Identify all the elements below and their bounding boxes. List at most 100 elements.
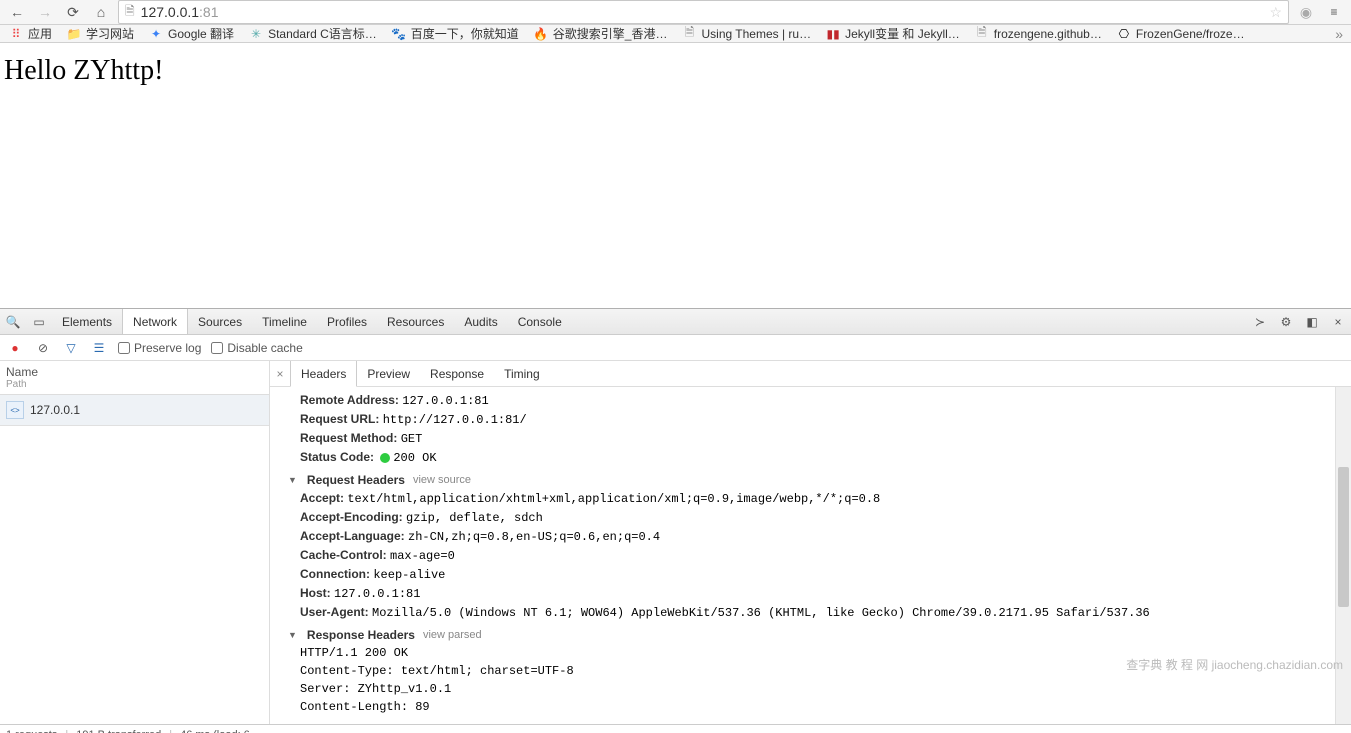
bookmark-star-icon[interactable]: ☆ — [1269, 4, 1282, 21]
general-request-url: Request URL: http://127.0.0.1:81/ — [288, 410, 1351, 429]
settings-gear-icon[interactable]: ⚙ — [1273, 309, 1299, 334]
favicon-icon: ✳ — [248, 26, 264, 42]
favicon-icon: 🐾 — [391, 26, 407, 42]
bookmark-label: Standard C语言标… — [268, 25, 377, 42]
header-row: Host: 127.0.0.1:81 — [288, 584, 1351, 603]
bookmark-item[interactable]: ✦Google 翻译 — [148, 25, 234, 42]
favicon-icon: 🗎 — [681, 26, 697, 42]
bookmark-item[interactable]: 🗎 frozengene.github… — [974, 26, 1102, 42]
record-button[interactable]: ● — [6, 339, 24, 357]
header-row: Connection: keep-alive — [288, 565, 1351, 584]
devtools-tabs: 🔍 ▭ ElementsNetworkSourcesTimelineProfil… — [0, 309, 1351, 335]
reload-button[interactable]: ⟳ — [62, 1, 84, 23]
tab-elements[interactable]: Elements — [52, 309, 122, 334]
bookmark-item[interactable]: ⠿应用 — [8, 25, 52, 42]
header-row: User-Agent: Mozilla/5.0 (Windows NT 6.1;… — [288, 603, 1351, 622]
status-bar: 1 requests | 191 B transferred | 46 ms (… — [0, 724, 1351, 733]
address-bar[interactable]: 🗎 127.0.0.1:81 ☆ — [118, 0, 1289, 24]
general-status-code: Status Code: 200 OK — [288, 448, 1351, 467]
bookmark-label: 百度一下，你就知道 — [411, 25, 519, 42]
bookmark-label: Google 翻译 — [168, 25, 234, 42]
browser-toolbar: ← → ⟳ ⌂ 🗎 127.0.0.1:81 ☆ ◉ ≡ — [0, 0, 1351, 25]
devtools-body: Name Path <> 127.0.0.1 × HeadersPreviewR… — [0, 361, 1351, 724]
bookmark-item[interactable]: ▮▮Jekyll变量 和 Jekyll… — [825, 25, 960, 42]
clear-button[interactable]: ⊘ — [34, 339, 52, 357]
bookmark-item[interactable]: 🐾百度一下，你就知道 — [391, 25, 519, 42]
document-icon: <> — [6, 401, 24, 419]
favicon-icon: ✦ — [148, 26, 164, 42]
general-remote-address: Remote Address: 127.0.0.1:81 — [288, 391, 1351, 410]
devtools-panel: 🔍 ▭ ElementsNetworkSourcesTimelineProfil… — [0, 308, 1351, 733]
detail-tab-headers[interactable]: Headers — [290, 361, 357, 387]
header-row: Accept-Language: zh-CN,zh;q=0.8,en-US;q=… — [288, 527, 1351, 546]
bookmark-label: 应用 — [28, 25, 52, 42]
header-line: Content-Length: 89 — [288, 698, 1351, 716]
home-button[interactable]: ⌂ — [90, 1, 112, 23]
header-row: Accept: text/html,application/xhtml+xml,… — [288, 489, 1351, 508]
bookmark-item[interactable]: ⎔FrozenGene/froze… — [1116, 26, 1245, 42]
header-line: HTTP/1.1 200 OK — [288, 644, 1351, 662]
drawer-icon[interactable]: ≻ — [1247, 309, 1273, 334]
header-line: Server: ZYhttp_v1.0.1 — [288, 680, 1351, 698]
close-detail-icon[interactable]: × — [270, 361, 290, 386]
bookmark-item[interactable]: 🔥谷歌搜索引擎_香港… — [533, 25, 668, 42]
filter-icon[interactable]: ▽ — [62, 339, 80, 357]
globe-icon[interactable]: ◉ — [1295, 1, 1317, 23]
detail-tabs: × HeadersPreviewResponseTiming — [270, 361, 1351, 387]
bookmark-label: FrozenGene/froze… — [1136, 27, 1245, 41]
status-timing: 46 ms (load: 6… — [180, 729, 261, 733]
favicon-icon: 🗎 — [974, 26, 990, 42]
request-list: Name Path <> 127.0.0.1 — [0, 361, 270, 724]
dock-icon[interactable]: ◧ — [1299, 309, 1325, 334]
back-button[interactable]: ← — [6, 1, 28, 23]
status-dot-icon — [380, 453, 390, 463]
vertical-scrollbar[interactable] — [1335, 387, 1351, 724]
response-headers-section: Response Headers view parsed HTTP/1.1 20… — [288, 626, 1351, 716]
bookmarks-bar: ⠿应用 📁学习网站 ✦Google 翻译 ✳Standard C语言标… 🐾百度一下，你… — [0, 25, 1351, 43]
url-text: 127.0.0.1:81 — [141, 4, 1264, 20]
device-icon[interactable]: ▭ — [26, 309, 52, 334]
request-headers-toggle[interactable]: Request Headers view source — [288, 471, 1351, 489]
tab-profiles[interactable]: Profiles — [317, 309, 377, 334]
favicon-icon: ▮▮ — [825, 26, 841, 42]
network-toolbar: ● ⊘ ▽ ☰ Preserve log Disable cache — [0, 335, 1351, 361]
favicon-icon: 📁 — [66, 26, 82, 42]
detail-tab-response[interactable]: Response — [420, 361, 494, 386]
tab-audits[interactable]: Audits — [454, 309, 507, 334]
tab-sources[interactable]: Sources — [188, 309, 252, 334]
detail-tab-preview[interactable]: Preview — [357, 361, 420, 386]
request-headers-section: Request Headers view source Accept: text… — [288, 471, 1351, 622]
close-devtools-icon[interactable]: × — [1325, 309, 1351, 334]
hamburger-menu-icon[interactable]: ≡ — [1323, 1, 1345, 23]
favicon-icon: 🔥 — [533, 26, 549, 42]
bookmark-item[interactable]: 🗎 Using Themes | ru… — [681, 26, 811, 42]
disable-cache-checkbox[interactable]: Disable cache — [211, 341, 302, 355]
forward-button[interactable]: → — [34, 1, 56, 23]
bookmark-item[interactable]: 📁学习网站 — [66, 25, 134, 42]
preserve-log-checkbox[interactable]: Preserve log — [118, 341, 201, 355]
request-detail: × HeadersPreviewResponseTiming Remote Ad… — [270, 361, 1351, 724]
bookmark-label: 谷歌搜索引擎_香港… — [553, 25, 668, 42]
status-transferred: 191 B transferred — [76, 729, 161, 733]
page-body: Hello ZYhttp! — [0, 43, 1351, 308]
column-header[interactable]: Name Path — [0, 361, 269, 395]
bookmark-label: Using Themes | ru… — [701, 27, 811, 41]
tab-console[interactable]: Console — [508, 309, 572, 334]
header-line: Content-Type: text/html; charset=UTF-8 — [288, 662, 1351, 680]
page-icon: 🗎 — [125, 2, 135, 23]
header-row: Accept-Encoding: gzip, deflate, sdch — [288, 508, 1351, 527]
tab-network[interactable]: Network — [122, 309, 188, 334]
bookmark-label: frozengene.github… — [994, 27, 1102, 41]
bookmark-label: Jekyll变量 和 Jekyll… — [845, 25, 960, 42]
view-icon[interactable]: ☰ — [90, 339, 108, 357]
tab-timeline[interactable]: Timeline — [252, 309, 317, 334]
bookmarks-overflow-icon[interactable]: » — [1335, 26, 1343, 42]
detail-tab-timing[interactable]: Timing — [494, 361, 550, 386]
general-request-method: Request Method: GET — [288, 429, 1351, 448]
bookmark-item[interactable]: ✳Standard C语言标… — [248, 25, 377, 42]
inspect-icon[interactable]: 🔍 — [0, 309, 26, 334]
status-requests: 1 requests — [6, 729, 57, 733]
response-headers-toggle[interactable]: Response Headers view parsed — [288, 626, 1351, 644]
tab-resources[interactable]: Resources — [377, 309, 454, 334]
request-row[interactable]: <> 127.0.0.1 — [0, 395, 269, 426]
